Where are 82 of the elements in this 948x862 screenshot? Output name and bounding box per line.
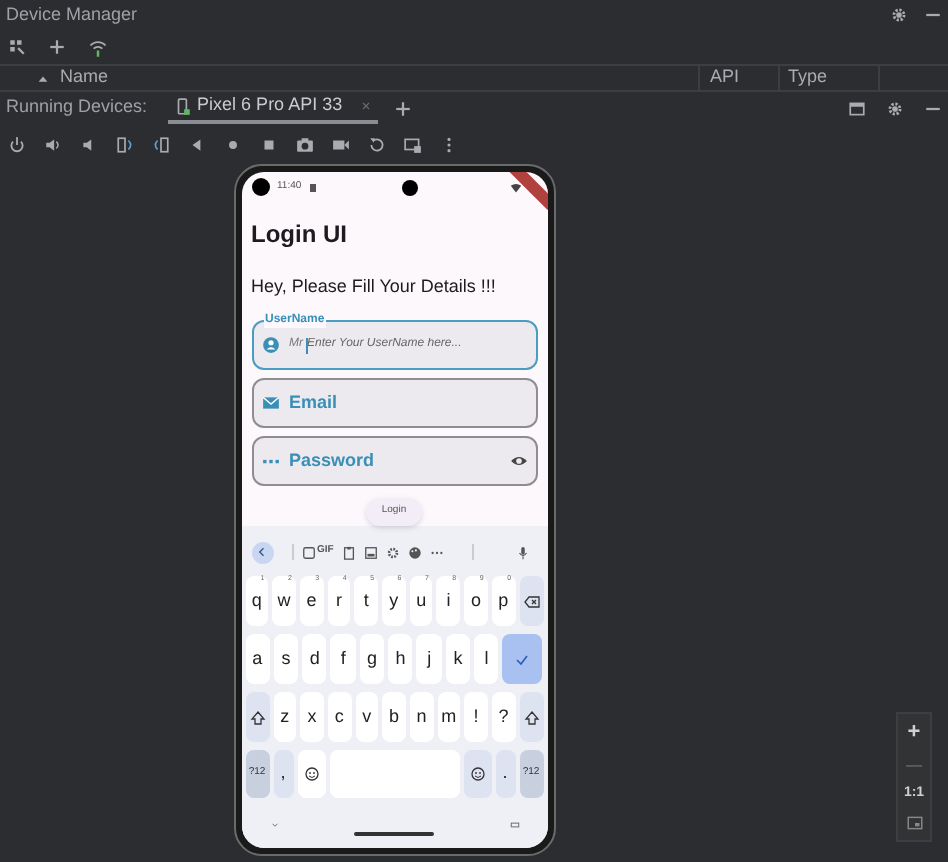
notification-icon <box>309 183 316 192</box>
keyboard-key[interactable]: f <box>330 634 356 684</box>
keyboard-key[interactable]: ! <box>464 692 488 742</box>
front-camera-icon <box>401 179 418 196</box>
chevron-down-icon[interactable] <box>269 819 279 829</box>
panel-label: Running Devices: <box>6 94 148 121</box>
device-tab[interactable]: Pixel 6 Pro API 33 <box>167 92 379 124</box>
wifi-icon <box>509 181 521 194</box>
settings-icon[interactable] <box>385 545 400 559</box>
keyboard-key[interactable]: d <box>302 634 327 684</box>
layout-icon[interactable] <box>363 545 378 559</box>
keyboard-key[interactable]: n <box>409 692 434 742</box>
person-icon <box>261 336 279 354</box>
rotate-right-icon[interactable] <box>152 135 170 153</box>
camera-icon[interactable] <box>296 135 314 153</box>
keyboard-key[interactable]: z <box>273 692 297 742</box>
app-title: Login UI <box>251 217 349 251</box>
field-label: Password <box>289 447 375 474</box>
column-header[interactable]: Type <box>788 64 828 92</box>
keyboard-key[interactable]: x <box>300 692 324 742</box>
shift-icon <box>523 709 540 725</box>
sort-up-icon <box>36 71 50 85</box>
text-cursor <box>305 337 307 353</box>
keyboard-key[interactable]: j <box>416 634 442 684</box>
keyboard-key[interactable]: m <box>437 692 461 742</box>
keyboard-key[interactable] <box>463 750 491 798</box>
grid-icon[interactable] <box>8 38 26 56</box>
clipboard-icon[interactable] <box>341 545 356 559</box>
shift-icon <box>249 709 265 725</box>
envelope-icon <box>261 394 279 412</box>
keyboard-switch-icon[interactable] <box>509 819 519 829</box>
keyboard-key[interactable]: h <box>388 634 413 684</box>
keyboard-key[interactable] <box>245 692 269 742</box>
eye-icon[interactable] <box>509 452 527 470</box>
keyboard-key[interactable]: v <box>355 692 379 742</box>
emoji-icon <box>303 766 319 782</box>
palette-icon[interactable] <box>407 545 422 559</box>
window-title: Device Manager <box>6 1 138 28</box>
keyboard-key[interactable] <box>519 692 544 742</box>
keyboard-key[interactable]: b <box>382 692 406 742</box>
backspace-icon <box>523 593 540 609</box>
add-icon[interactable] <box>48 38 66 56</box>
collapse-button[interactable] <box>251 541 273 563</box>
power-icon[interactable] <box>8 135 26 153</box>
video-camera-icon[interactable] <box>332 135 350 153</box>
keyboard-key[interactable] <box>519 576 544 626</box>
add-icon[interactable] <box>394 99 413 117</box>
fit-screen-icon[interactable] <box>905 814 923 832</box>
column-header[interactable]: API <box>710 64 740 92</box>
check-icon <box>514 651 531 667</box>
close-icon[interactable] <box>360 100 373 112</box>
keyboard-key[interactable]: k <box>445 634 471 684</box>
volume-up-icon[interactable] <box>44 135 62 153</box>
settings-icon[interactable] <box>890 6 908 24</box>
keyboard-key[interactable]: c <box>327 692 352 742</box>
keyboard-key[interactable]: s <box>273 634 299 684</box>
home-icon[interactable] <box>224 135 242 153</box>
keyboard-key[interactable]: l <box>474 634 499 684</box>
chevron-left-icon <box>256 546 268 558</box>
microphone-icon[interactable] <box>515 545 529 559</box>
keyboard-key[interactable]: g <box>359 634 385 684</box>
sticker-icon[interactable] <box>301 545 315 559</box>
wifi-icon[interactable] <box>88 37 108 57</box>
overview-icon[interactable] <box>260 135 278 153</box>
rotate-left-icon[interactable] <box>116 135 134 153</box>
back-icon[interactable] <box>188 135 206 153</box>
field-label: Email <box>289 389 338 416</box>
keyboard-key[interactable]: ? <box>491 692 516 742</box>
screen-icon[interactable] <box>404 135 422 153</box>
settings-icon[interactable] <box>886 99 904 117</box>
keyboard-key[interactable]: . <box>495 750 515 798</box>
keyboard-key[interactable]: a <box>245 634 270 684</box>
camera-cutout-icon <box>251 178 269 197</box>
keyboard-key[interactable] <box>297 750 325 798</box>
zoom-in-button[interactable]: + <box>907 722 921 744</box>
column-header[interactable]: Name <box>60 64 109 92</box>
keyboard-key[interactable]: , <box>273 750 293 798</box>
greeting-text: Hey, Please Fill Your Details !!! <box>251 273 498 300</box>
emoji-icon <box>469 766 485 782</box>
reset-icon[interactable] <box>368 135 386 153</box>
phone-icon <box>173 97 192 115</box>
window-icon[interactable] <box>848 99 866 117</box>
